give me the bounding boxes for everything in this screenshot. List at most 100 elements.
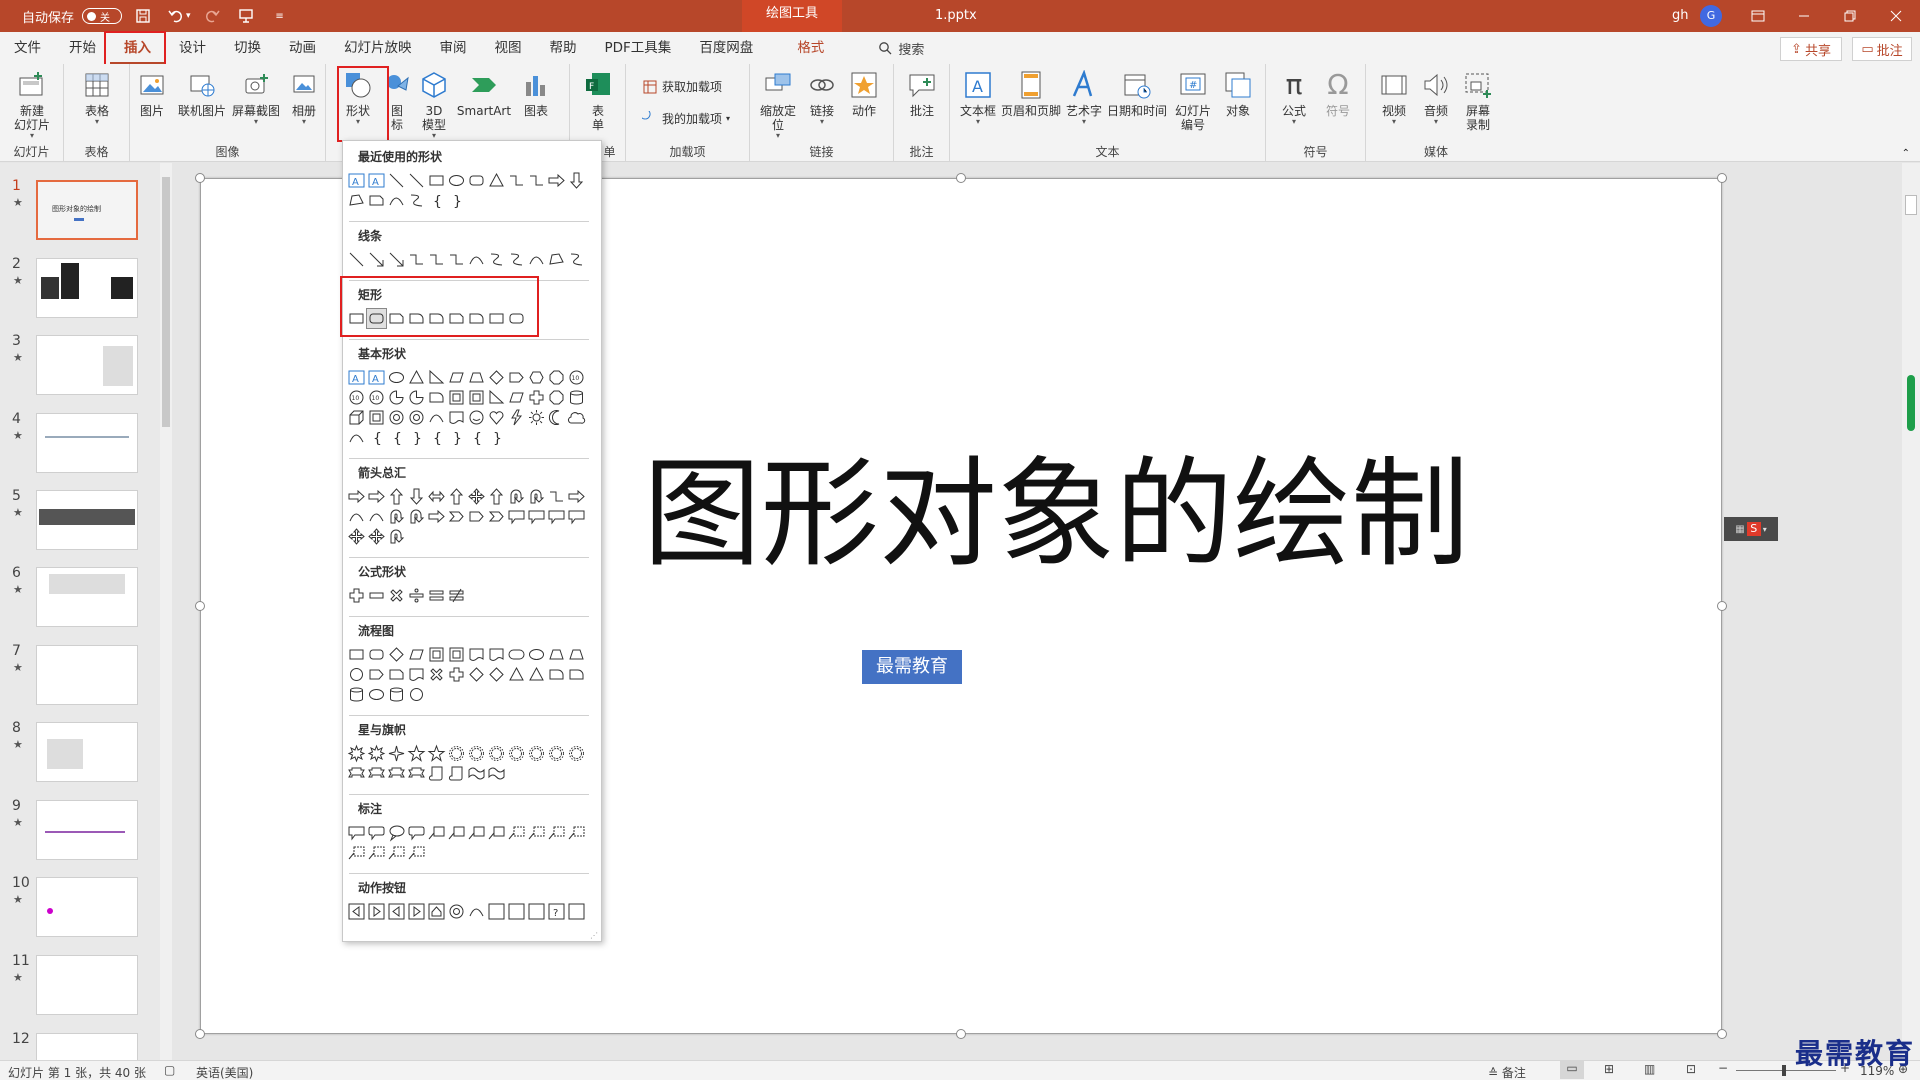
redo-icon[interactable] xyxy=(199,3,225,29)
side-zoom-indicator[interactable] xyxy=(1907,375,1915,431)
tab-insert[interactable]: 插入 xyxy=(110,32,165,64)
shape-calldash-icon[interactable] xyxy=(567,823,586,842)
shape-round1-icon[interactable] xyxy=(427,309,446,328)
shape-calldash-icon[interactable] xyxy=(387,843,406,862)
shape-freeform-icon[interactable] xyxy=(547,250,566,269)
thumbnail-slide-7[interactable]: 7 ★ xyxy=(0,643,160,709)
tab-help[interactable]: 帮助 xyxy=(536,32,591,64)
smartart-button[interactable]: SmartArt xyxy=(454,68,514,118)
shape-plus-icon[interactable] xyxy=(347,586,366,605)
shape-donut-icon[interactable] xyxy=(387,408,406,427)
shape-textbox-icon[interactable]: A xyxy=(347,368,366,387)
shape-oct-icon[interactable] xyxy=(547,388,566,407)
shape-elbow-icon[interactable] xyxy=(427,250,446,269)
resize-handle[interactable] xyxy=(1717,1029,1727,1039)
shape-line-icon[interactable] xyxy=(387,171,406,190)
shape-callround-icon[interactable] xyxy=(407,823,426,842)
shape-gear-icon[interactable] xyxy=(547,744,566,763)
shape-frame-icon[interactable] xyxy=(367,408,386,427)
shape-scroll-icon[interactable] xyxy=(447,764,466,783)
shape-bracer-icon[interactable]: } xyxy=(447,428,466,447)
shape-curve-icon[interactable] xyxy=(347,428,366,447)
shape-bracer-icon[interactable]: } xyxy=(407,428,426,447)
shape-line-icon[interactable] xyxy=(407,171,426,190)
thumbnail-slide-1[interactable]: 1 ★ 图形对象的绘制 xyxy=(0,178,160,244)
zoom-button[interactable]: 缩放定 位 ▾ xyxy=(756,68,800,140)
shape-moon-icon[interactable] xyxy=(547,408,566,427)
accessibility-icon[interactable]: ▢ xyxy=(164,1063,175,1077)
shape-term-icon[interactable] xyxy=(507,645,526,664)
ribbon-display-icon[interactable] xyxy=(1735,0,1781,32)
action-button[interactable]: 动作 xyxy=(844,68,884,118)
shape-divide-icon[interactable] xyxy=(407,586,426,605)
search-box[interactable]: 搜索 xyxy=(878,39,924,58)
shape-trap-icon[interactable] xyxy=(547,645,566,664)
shape-num10-icon[interactable]: 10 xyxy=(567,368,586,387)
shape-abl-icon[interactable] xyxy=(387,902,406,921)
reading-view-icon[interactable]: ▥ xyxy=(1644,1062,1655,1076)
shape-uturn-icon[interactable] xyxy=(387,507,406,526)
shape-calldash-icon[interactable] xyxy=(547,823,566,842)
shape-circle-icon[interactable] xyxy=(347,665,366,684)
screen-recording-button[interactable]: 屏幕 录制 xyxy=(1458,68,1498,132)
shape-arrowline-icon[interactable] xyxy=(367,250,386,269)
shape-sun-icon[interactable] xyxy=(527,408,546,427)
shape-bolt-icon[interactable] xyxy=(507,408,526,427)
shape-rrect-icon[interactable] xyxy=(507,309,526,328)
shape-plus-icon[interactable] xyxy=(447,665,466,684)
resize-handle[interactable] xyxy=(1717,601,1727,611)
shape-trap-icon[interactable] xyxy=(467,368,486,387)
3d-models-button[interactable]: 3D 模型 ▾ xyxy=(416,68,452,140)
restore-icon[interactable] xyxy=(1827,0,1873,32)
zoom-slider-thumb[interactable] xyxy=(1782,1065,1786,1076)
shape-callrect-icon[interactable] xyxy=(527,507,546,526)
shape-curve-icon[interactable] xyxy=(347,507,366,526)
slide-vertical-scrollbar[interactable] xyxy=(1902,163,1920,1060)
shape-gear-icon[interactable] xyxy=(487,744,506,763)
shape-pent-icon[interactable] xyxy=(367,665,386,684)
shape-brace-icon[interactable]: { xyxy=(367,428,386,447)
shape-round1-icon[interactable] xyxy=(407,309,426,328)
shape-brace-icon[interactable]: { xyxy=(467,428,486,447)
shape-gear-icon[interactable] xyxy=(507,744,526,763)
resize-handle[interactable] xyxy=(1717,173,1727,183)
shape-line-icon[interactable] xyxy=(347,250,366,269)
shape-ribbon-icon[interactable] xyxy=(347,764,366,783)
close-icon[interactable] xyxy=(1873,0,1919,32)
scrollbar-thumb[interactable] xyxy=(162,177,170,427)
shape-cyl-icon[interactable] xyxy=(567,388,586,407)
save-icon[interactable] xyxy=(130,3,156,29)
shape-oval-icon[interactable] xyxy=(367,685,386,704)
shape-callov-icon[interactable] xyxy=(387,823,406,842)
shape-textbox-icon[interactable]: A xyxy=(367,368,386,387)
shape-uarrow-icon[interactable] xyxy=(447,487,466,506)
shape-round1-icon[interactable] xyxy=(427,388,446,407)
resize-handle[interactable] xyxy=(195,601,205,611)
equation-button[interactable]: π 公式 ▾ xyxy=(1274,68,1314,126)
shape-diamond-icon[interactable] xyxy=(487,368,506,387)
tab-slideshow[interactable]: 幻灯片放映 xyxy=(330,32,426,64)
shape-tri-icon[interactable] xyxy=(407,368,426,387)
shape-elbow-icon[interactable] xyxy=(507,171,526,190)
user-avatar[interactable]: G xyxy=(1700,5,1722,27)
shape-donut-icon[interactable] xyxy=(447,902,466,921)
shape-abq-icon[interactable]: ? xyxy=(547,902,566,921)
shape-curve-icon[interactable] xyxy=(367,507,386,526)
thumbnail-scrollbar[interactable] xyxy=(160,163,172,1060)
share-button[interactable]: ⇪ 共享 xyxy=(1780,37,1842,61)
icons-button[interactable]: 图 标 xyxy=(382,68,412,132)
shape-uarrow-icon[interactable] xyxy=(387,487,406,506)
thumbnail-slide-3[interactable]: 3 ★ xyxy=(0,333,160,399)
shape-doc-icon[interactable] xyxy=(407,665,426,684)
shape-num10-icon[interactable]: 10 xyxy=(347,388,366,407)
object-button[interactable]: 对象 xyxy=(1218,68,1258,118)
shape-brace-icon[interactable]: { xyxy=(387,428,406,447)
shape-cyl-icon[interactable] xyxy=(347,685,366,704)
shape-snip-icon[interactable] xyxy=(447,309,466,328)
picture-button[interactable]: 图片 xyxy=(134,68,170,118)
shape-calldash-icon[interactable] xyxy=(367,843,386,862)
textbox-button[interactable]: A 文本框 ▾ xyxy=(958,68,998,126)
tab-baidu-netdisk[interactable]: 百度网盘 xyxy=(685,32,767,64)
shape-rarrow-icon[interactable] xyxy=(567,487,586,506)
shape-curve-icon[interactable] xyxy=(467,250,486,269)
